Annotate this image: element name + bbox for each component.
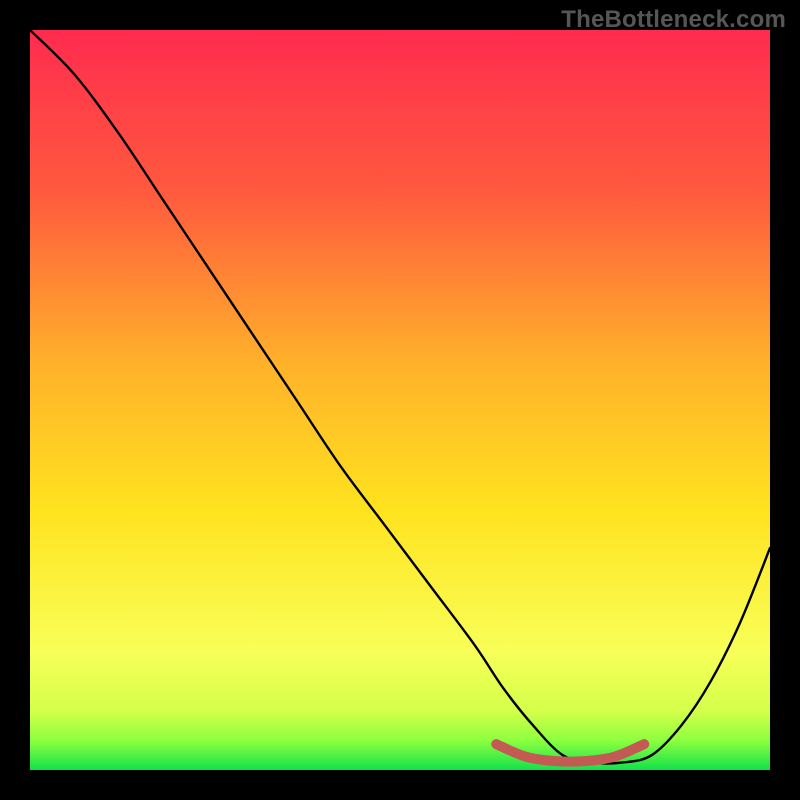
watermark-text: TheBottleneck.com <box>561 6 786 34</box>
chart-svg <box>30 30 770 770</box>
plot-area <box>30 30 770 770</box>
gradient-background <box>30 30 770 770</box>
chart-frame: TheBottleneck.com <box>0 0 800 800</box>
